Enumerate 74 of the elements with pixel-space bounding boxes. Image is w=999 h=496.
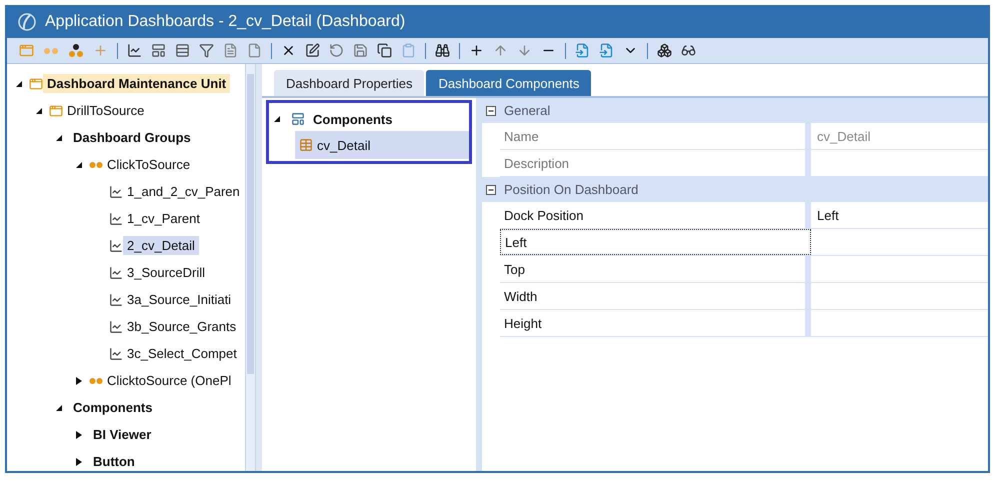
save-icon[interactable] [353,43,368,58]
collapse-icon[interactable] [486,106,496,116]
tree-item[interactable]: 1_and_2_cv_Paren [123,182,244,201]
collapse-arrow-icon[interactable] [35,106,42,114]
plus-icon[interactable] [469,43,484,58]
property-value[interactable]: Left [811,202,988,228]
tree-item[interactable]: Dashboard Maintenance Unit [43,74,230,93]
page-arrow-icon[interactable] [599,43,614,58]
tab[interactable]: Dashboard Properties [274,70,424,96]
collapse-arrow-icon[interactable] [55,404,62,412]
arrow-down-icon[interactable] [517,43,532,58]
tree-item[interactable]: 2_cv_Detail [123,236,199,255]
page-arrow-icon[interactable] [575,43,590,58]
chart-icon [109,212,123,226]
cubes-icon[interactable] [657,43,672,58]
property-name[interactable]: Height [500,310,811,336]
chart-icon [109,266,123,280]
scrollbar[interactable] [245,64,255,471]
tree-item[interactable]: Button [89,452,139,471]
dots-icon [89,376,103,384]
chart-icon [109,320,123,334]
tab[interactable]: Dashboard Components [426,70,592,96]
tree-item[interactable]: Components [69,398,156,417]
collapse-arrow-icon[interactable] [15,80,22,88]
collapse-arrow-icon[interactable] [75,160,82,168]
filter-icon[interactable] [199,43,214,58]
chart-icon[interactable] [127,43,142,58]
collapse-arrow-icon[interactable] [273,115,280,123]
tree-item[interactable]: Dashboard Groups [69,128,195,147]
property-name[interactable]: Dock Position [500,202,811,228]
collapse-arrow-icon[interactable] [55,134,62,142]
tree-item[interactable]: cv_Detail [295,131,469,159]
grid-icon [299,138,313,152]
logo-icon [17,12,37,32]
edit-icon[interactable] [305,43,320,58]
window-icon [29,76,43,90]
list-icon[interactable] [175,43,190,58]
chart-icon [109,184,123,198]
tree-item[interactable]: 3c_Select_Compet [123,344,241,363]
property-name[interactable]: Width [500,283,811,309]
panel-icon [291,112,305,126]
window-icon [49,104,63,118]
tree-item[interactable]: Components [309,110,396,128]
tree-item[interactable]: 3_SourceDrill [123,263,210,282]
refresh-icon[interactable] [329,43,344,58]
tree-item[interactable]: ClicktoSource (OnePl [103,371,236,390]
collapse-icon[interactable] [486,184,496,194]
window-title: Application Dashboards - 2_cv_Detail (Dashboard) [45,12,406,30]
expand-arrow-icon[interactable] [75,430,82,438]
property-name[interactable]: Top [500,256,811,282]
tree-item[interactable]: DrillToSource [63,101,148,120]
delete-icon[interactable] [281,43,296,58]
dots-icon [89,160,103,168]
category-label: Position On Dashboard [504,182,638,197]
chart-icon [109,346,123,360]
dots-icon[interactable] [68,42,84,58]
layout-icon[interactable] [151,43,166,58]
file-icon[interactable] [247,43,262,58]
copy-icon[interactable] [377,43,392,58]
property-name[interactable]: Left [500,229,811,255]
search-icon[interactable] [435,43,450,58]
chart-icon [109,238,123,252]
clipboard-icon[interactable] [401,43,416,58]
expand-arrow-icon[interactable] [75,376,82,384]
category-label: General [504,103,550,118]
document-icon[interactable] [223,43,238,58]
tree-item[interactable]: 3a_Source_Initiati [123,290,236,309]
glasses-icon[interactable] [681,43,696,58]
chart-icon [109,292,123,306]
tree-item[interactable]: 1_cv_Parent [123,209,204,228]
tree-item[interactable]: BI Viewer [89,425,156,444]
tree-item[interactable]: 3b_Source_Grants [123,317,240,336]
tree-item[interactable]: ClickToSource [103,155,194,174]
expand-arrow-icon[interactable] [75,458,82,466]
